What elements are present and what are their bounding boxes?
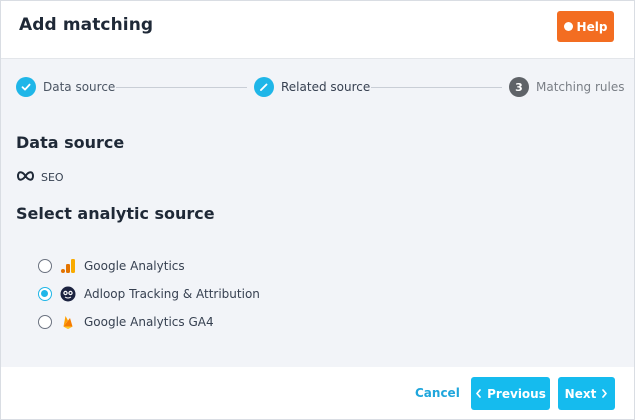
dialog-footer: Cancel Previous Next: [1, 367, 634, 419]
chevron-left-icon: [475, 387, 482, 401]
check-icon: [16, 77, 36, 97]
data-source-label: SEO: [41, 171, 64, 184]
infinity-icon: [16, 171, 35, 184]
data-source-heading: Data source: [16, 133, 125, 152]
option-google-analytics-ga4[interactable]: Google Analytics GA4: [38, 313, 214, 331]
radio-button[interactable]: [38, 315, 52, 329]
next-button[interactable]: Next: [558, 377, 615, 410]
step-label: Matching rules: [536, 80, 625, 94]
help-button[interactable]: Help: [557, 11, 614, 42]
dialog-title: Add matching: [19, 15, 154, 35]
step-label: Data source: [43, 80, 116, 94]
next-button-label: Next: [564, 386, 597, 401]
option-google-analytics[interactable]: Google Analytics: [38, 257, 185, 275]
radio-button[interactable]: [38, 259, 52, 273]
step-related-source: Related source: [254, 77, 370, 97]
dialog-header: Add matching Help: [1, 1, 634, 59]
cancel-button[interactable]: Cancel: [415, 386, 460, 400]
option-label: Google Analytics: [84, 259, 185, 273]
analytic-source-heading: Select analytic source: [16, 204, 215, 223]
dialog-body: Data source Related source 3 Matching ru…: [1, 59, 634, 367]
pencil-icon: [254, 77, 274, 97]
firebase-icon: [59, 313, 77, 331]
adloop-icon: [59, 285, 77, 303]
stepper-connector-1: [116, 87, 247, 88]
add-matching-dialog: Add matching Help Data source Related so…: [0, 0, 635, 420]
step-number-badge: 3: [509, 77, 529, 97]
previous-button[interactable]: Previous: [471, 377, 550, 410]
help-dot-icon: [563, 22, 573, 31]
chevron-right-icon: [601, 387, 608, 401]
radio-button-selected[interactable]: [38, 287, 52, 301]
option-label: Google Analytics GA4: [84, 315, 214, 329]
step-label: Related source: [281, 80, 371, 94]
step-matching-rules: 3 Matching rules: [509, 77, 625, 97]
google-analytics-icon: [59, 257, 77, 275]
help-button-label: Help: [576, 19, 608, 34]
step-data-source: Data source: [16, 77, 115, 97]
option-label: Adloop Tracking & Attribution: [84, 287, 260, 301]
option-adloop-tracking[interactable]: Adloop Tracking & Attribution: [38, 285, 260, 303]
stepper-connector-2: [371, 87, 502, 88]
data-source-value: SEO: [16, 171, 64, 184]
previous-button-label: Previous: [487, 386, 546, 401]
